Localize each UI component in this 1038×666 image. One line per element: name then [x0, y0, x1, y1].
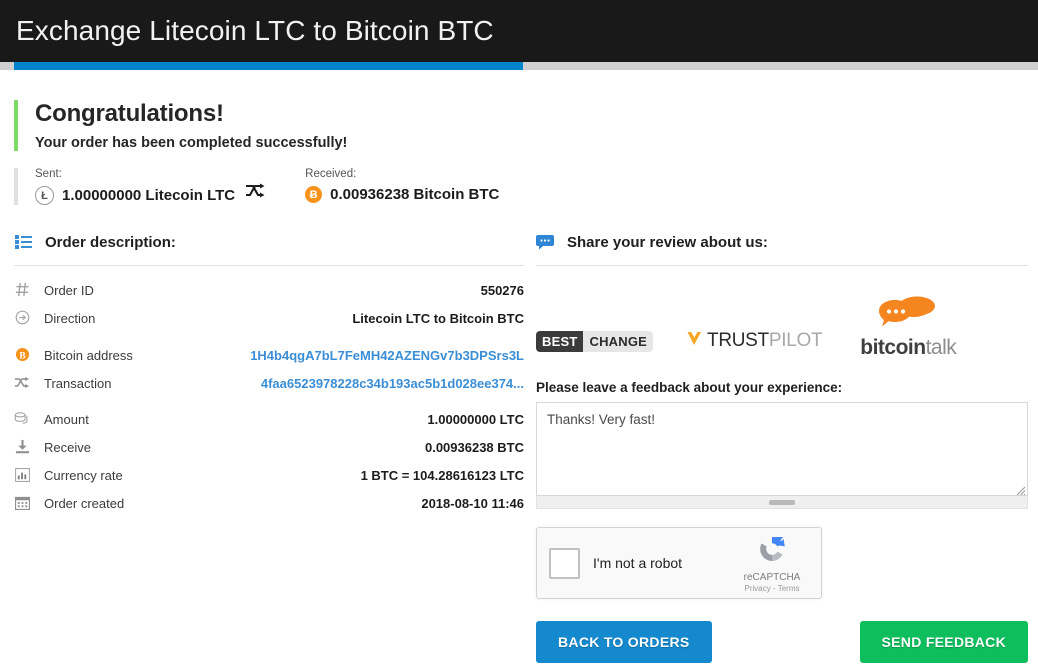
trustpilot-star-icon	[687, 331, 702, 351]
svg-text:B: B	[19, 351, 25, 361]
recaptcha-logo-icon	[756, 537, 788, 569]
feedback-textarea-value: Thanks! Very fast!	[547, 412, 656, 427]
calendar-icon	[14, 490, 44, 519]
amounts-summary: Sent: Ł 1.00000000 Litecoin LTC Received…	[14, 168, 1024, 205]
resize-handle[interactable]	[1015, 483, 1026, 496]
bitcointalk-bubble-icon	[879, 296, 937, 336]
bitcointalk-logo-part1: bitcoin	[860, 336, 926, 359]
table-row: Direction Litecoin LTC to Bitcoin BTC	[14, 305, 524, 334]
row-label: Direction	[44, 311, 96, 327]
recaptcha-branding: reCAPTCHA Privacy - Terms	[735, 533, 809, 593]
row-value: 550276	[480, 282, 524, 298]
arrow-circle-icon	[14, 305, 44, 334]
row-value: Litecoin LTC to Bitcoin BTC	[352, 311, 524, 327]
bestchange-logo-part2: CHANGE	[583, 331, 654, 352]
chart-icon	[14, 462, 44, 490]
table-row: Order created 2018-08-10 11:46	[14, 490, 524, 519]
feedback-horizontal-scrollbar[interactable]	[536, 496, 1028, 509]
download-icon	[14, 433, 44, 462]
money-icon	[14, 397, 44, 433]
recaptcha-label: I'm not a robot	[593, 555, 683, 571]
progress-bar-track	[0, 62, 1038, 70]
table-row: Transaction 4faa6523978228c34b193ac5b1d0…	[14, 370, 524, 398]
row-value: 1.00000000 LTC	[427, 411, 524, 427]
feedback-label: Please leave a feedback about your exper…	[536, 380, 843, 395]
row-value: 0.00936238 BTC	[424, 439, 524, 455]
transaction-link[interactable]: 4faa6523978228c34b193ac5b1d028ee374...	[162, 370, 524, 398]
table-row: Amount 1.00000000 LTC	[14, 397, 524, 433]
row-label: Currency rate	[44, 468, 123, 483]
amount-sent-value: 1.00000000 Litecoin LTC	[62, 187, 236, 204]
recaptcha-legal-text: Privacy - Terms	[744, 584, 800, 593]
table-row: Order ID 550276	[14, 276, 524, 305]
amount-sent-value-row: Ł 1.00000000 Litecoin LTC	[35, 186, 235, 205]
trustpilot-logo[interactable]: TRUSTPILOT	[687, 330, 823, 352]
row-label: Amount	[44, 411, 89, 427]
row-label: Receive	[44, 439, 91, 455]
bitcoin-address-link[interactable]: 1H4b4qgA7bL7FeMH42AZENGv7b3DPSrs3L	[162, 333, 524, 370]
bestchange-logo[interactable]: BEST CHANGE	[536, 331, 654, 352]
page-title: Exchange Litecoin LTC to Bitcoin BTC	[16, 15, 494, 46]
review-panel: Share your review about us: BEST CHANGE	[536, 233, 1028, 663]
bitcoin-icon: Ƀ	[305, 186, 323, 203]
trustpilot-logo-text: TRUSTPILOT	[707, 330, 823, 352]
trustpilot-logo-part1: TRUST	[707, 330, 769, 351]
bitcoin-icon: B	[14, 333, 44, 370]
status-subtitle: Your order has been completed successful…	[35, 135, 348, 151]
row-label: Order created	[44, 496, 125, 512]
comment-icon	[536, 233, 554, 251]
bitcointalk-logo-part2: talk	[925, 336, 957, 359]
row-label: Bitcoin address	[44, 347, 133, 363]
review-logos: BEST CHANGE TRUSTPILOT bitcointalk	[536, 292, 1028, 358]
send-feedback-button[interactable]: SEND FEEDBACK	[859, 621, 1028, 663]
list-icon	[14, 233, 32, 251]
table-row: Receive 0.00936238 BTC	[14, 433, 524, 462]
review-title: Share your review about us:	[567, 233, 768, 251]
status-title: Congratulations!	[35, 100, 224, 127]
row-label: Transaction	[44, 375, 112, 391]
amount-received-value-row: Ƀ 0.00936238 Bitcoin BTC	[305, 186, 499, 203]
app-header: Exchange Litecoin LTC to Bitcoin BTC	[0, 0, 1038, 62]
feedback-textarea[interactable]: Thanks! Very fast!	[536, 402, 1028, 496]
order-description-title: Order description:	[45, 233, 176, 251]
swap-arrows-icon	[245, 183, 265, 205]
review-header: Share your review about us:	[536, 233, 1028, 266]
scrollbar-thumb[interactable]	[769, 500, 795, 505]
amount-sent: Sent: Ł 1.00000000 Litecoin LTC	[35, 168, 235, 205]
amount-received-label: Received:	[305, 168, 357, 180]
recaptcha-widget[interactable]: I'm not a robot reCAPTCHA Privacy - Term…	[536, 527, 822, 599]
bitcointalk-logo[interactable]: bitcointalk	[860, 296, 957, 359]
order-description-panel: Order description: Order ID 550276 Direc…	[14, 233, 524, 663]
back-to-orders-button[interactable]: BACK TO ORDERS	[536, 621, 712, 663]
row-value: 1 BTC = 104.28616123 LTC	[360, 468, 524, 483]
amount-sent-label: Sent:	[35, 168, 62, 180]
bestchange-logo-part1: BEST	[536, 331, 584, 352]
recaptcha-brand-text: reCAPTCHA	[743, 572, 801, 583]
table-row: Currency rate 1 BTC = 104.28616123 LTC	[14, 462, 524, 490]
progress-bar-fill	[14, 62, 523, 70]
bitcointalk-logo-text: bitcointalk	[860, 336, 957, 359]
status-banner: Congratulations! Your order has been com…	[14, 100, 1024, 151]
action-buttons: BACK TO ORDERS SEND FEEDBACK	[536, 621, 1028, 663]
content-columns: Order description: Order ID 550276 Direc…	[14, 233, 1028, 663]
shuffle-icon	[14, 370, 44, 398]
row-value: 2018-08-10 11:46	[421, 496, 524, 512]
recaptcha-checkbox[interactable]	[549, 547, 580, 579]
trustpilot-logo-part2: PILOT	[768, 330, 823, 351]
amount-received: Received: Ƀ 0.00936238 Bitcoin BTC	[305, 168, 499, 203]
row-label: Order ID	[44, 282, 94, 298]
order-description-header: Order description:	[14, 233, 524, 266]
amount-received-value: 0.00936238 Bitcoin BTC	[330, 186, 500, 203]
hash-icon	[14, 276, 44, 305]
order-details-table: Order ID 550276 Direction Litecoin LTC t…	[14, 276, 524, 518]
litecoin-icon: Ł	[35, 186, 54, 205]
table-row: B Bitcoin address 1H4b4qgA7bL7FeMH42AZEN…	[14, 333, 524, 370]
